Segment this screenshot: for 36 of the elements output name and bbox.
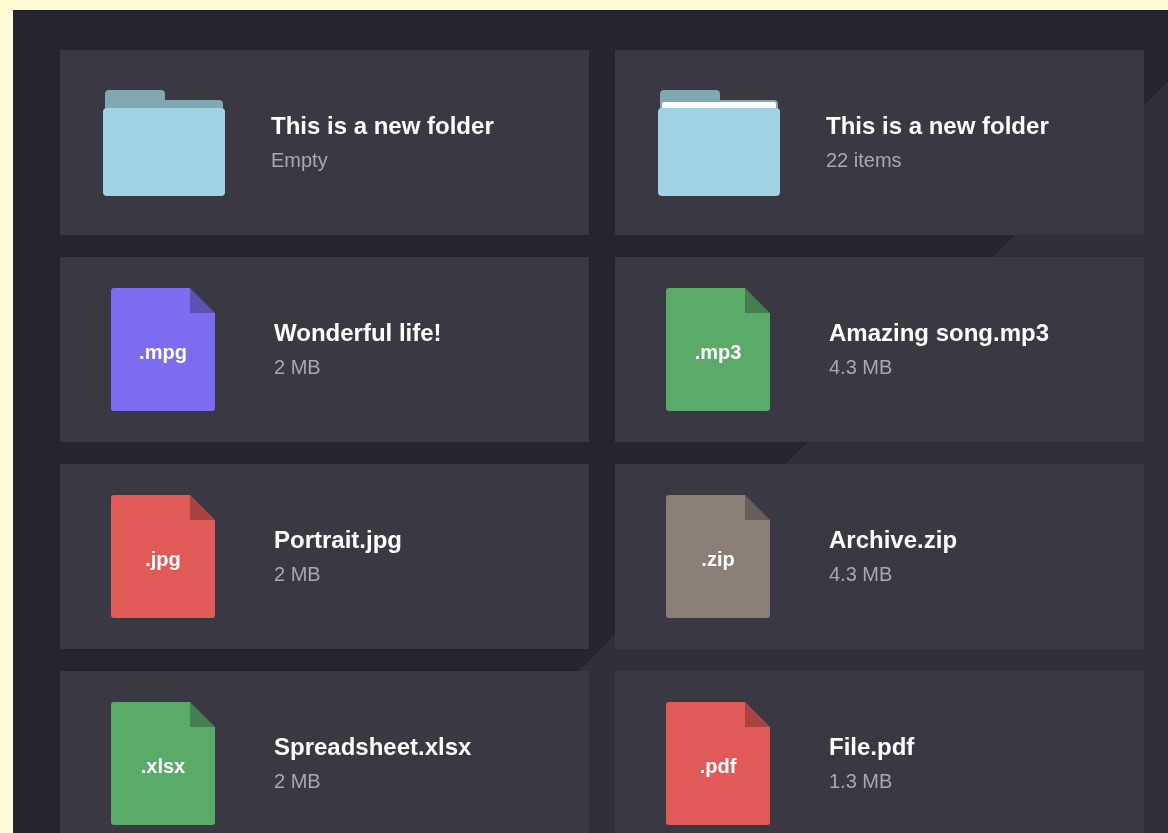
file-card[interactable]: .mp3 Amazing song.mp3 4.3 MB: [615, 257, 1144, 442]
document-icon: [666, 288, 770, 411]
file-card[interactable]: .xlsx Spreadsheet.xlsx 2 MB: [60, 671, 589, 833]
file-name: Spreadsheet.xlsx: [274, 733, 472, 762]
file-name: Portrait.jpg: [274, 526, 402, 555]
folder-card[interactable]: This is a new folder Empty: [60, 50, 589, 235]
item-count: Empty: [271, 147, 329, 173]
document-icon: [111, 702, 215, 825]
file-name: Amazing song.mp3: [829, 319, 1050, 348]
file-extension-label: .mpg: [138, 342, 188, 362]
file-name: Archive.zip: [829, 526, 958, 555]
file-size: 2 MB: [274, 561, 322, 587]
file-card[interactable]: .pdf File.pdf 1.3 MB: [615, 671, 1144, 833]
file-extension-label: .xlsx: [139, 756, 187, 776]
folder-name: This is a new folder: [826, 112, 1049, 141]
item-count: 22 items: [826, 147, 903, 173]
file-size: 2 MB: [274, 354, 322, 380]
file-size: 4.3 MB: [829, 354, 894, 380]
file-extension-label: .pdf: [698, 756, 738, 776]
folder-name: This is a new folder: [271, 112, 494, 141]
file-size: 4.3 MB: [829, 561, 894, 587]
document-icon: [111, 495, 215, 618]
file-card[interactable]: .jpg Portrait.jpg 2 MB: [60, 464, 589, 649]
document-icon: [111, 288, 215, 411]
folder-card[interactable]: This is a new folder 22 items: [615, 50, 1144, 235]
document-icon: [666, 702, 770, 825]
file-size: 2 MB: [274, 768, 322, 794]
file-name: Wonderful life!: [274, 319, 442, 348]
file-extension-label: .jpg: [144, 549, 182, 569]
file-size: 1.3 MB: [829, 768, 894, 794]
file-card[interactable]: .mpg Wonderful life! 2 MB: [60, 257, 589, 442]
file-extension-label: .mp3: [693, 342, 743, 362]
file-extension-label: .zip: [700, 549, 736, 569]
file-card[interactable]: .zip Archive.zip 4.3 MB: [615, 464, 1144, 649]
document-icon: [666, 495, 770, 618]
file-name: File.pdf: [829, 733, 915, 762]
